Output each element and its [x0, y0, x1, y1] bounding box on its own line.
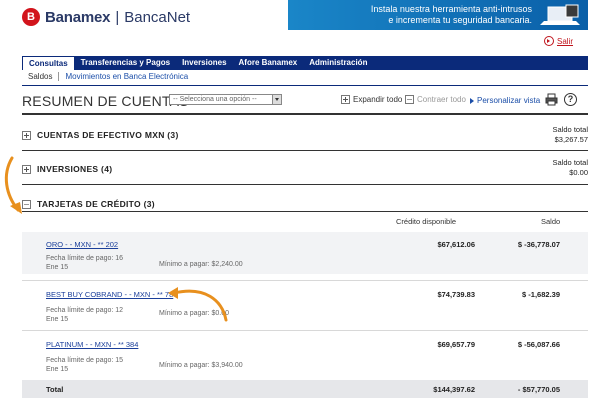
expand-icon — [341, 95, 350, 104]
exit-icon — [544, 36, 554, 46]
subnav-movimientos[interactable]: Movimientos en Banca Electrónica — [58, 72, 194, 81]
tab-transferencias[interactable]: Transferencias y Pagos — [75, 56, 176, 70]
section-investments-title: INVERSIONES (4) — [37, 164, 113, 174]
card-link-oro[interactable]: ORO - - MXN - ** 202 — [46, 240, 118, 249]
security-banner[interactable]: Instala nuestra herramienta anti-intruso… — [288, 0, 588, 30]
chevron-down-icon — [272, 95, 281, 104]
card-balance: $ -1,682.39 — [522, 290, 560, 299]
banner-line2: e incrementa tu seguridad bancaria. — [388, 15, 532, 25]
collapse-all-button[interactable]: Contraer todo — [405, 95, 466, 104]
help-icon[interactable]: ? — [564, 93, 577, 106]
card-available-credit: $74,739.83 — [437, 290, 475, 299]
section-credit-cards[interactable]: TARJETAS DE CRÉDITO (3) — [22, 199, 155, 209]
account-select[interactable]: -- Selecciona una opción -- — [169, 94, 282, 105]
exit-label: Salir — [557, 36, 574, 46]
section-investments[interactable]: INVERSIONES (4) — [22, 164, 112, 174]
total-available-credit: $144,397.62 — [433, 385, 475, 394]
tab-administracion[interactable]: Administración — [303, 56, 373, 70]
col-available-credit: Crédito disponible — [396, 217, 457, 226]
printer-icon[interactable] — [545, 93, 558, 106]
subnav-saldos[interactable]: Saldos — [22, 72, 58, 81]
col-balance: Saldo — [541, 217, 561, 226]
total-label: Total — [46, 385, 64, 394]
cash-total: Saldo total $3,267.57 — [553, 125, 588, 145]
section-divider — [22, 211, 588, 212]
card-due-date: Fecha límite de pago: 16 Ene 15 — [46, 255, 124, 271]
investments-total-label: Saldo total — [552, 158, 588, 167]
card-due-date: Fecha límite de pago: 15 Ene 15 — [46, 357, 124, 373]
collapse-all-label: Contraer todo — [417, 95, 466, 104]
section-cash-title: CUENTAS DE EFECTIVO MXN (3) — [37, 130, 179, 140]
card-min-payment: Mínimo a pagar: $2,240.00 — [159, 261, 243, 268]
section-divider — [22, 184, 588, 185]
table-row: PLATINUM - - MXN - ** 384 Fecha límite d… — [22, 332, 588, 376]
investments-total-value: $0.00 — [569, 168, 588, 177]
banner-line1: Instala nuestra herramienta anti-intruso… — [370, 4, 532, 14]
product-name: BancaNet — [124, 8, 191, 26]
card-min-payment: Mínimo a pagar: $0.00 — [159, 310, 230, 317]
title-divider — [22, 113, 588, 115]
table-row: ORO - - MXN - ** 202 Fecha límite de pag… — [22, 232, 588, 274]
cash-total-label: Saldo total — [552, 125, 588, 134]
expand-all-button[interactable]: Expandir todo — [341, 95, 402, 104]
sub-nav: Saldos Movimientos en Banca Electrónica — [22, 72, 194, 81]
card-link-platinum[interactable]: PLATINUM - - MXN - ** 384 — [46, 340, 138, 349]
card-available-credit: $69,657.79 — [437, 340, 475, 349]
laptop-shield-icon — [540, 4, 580, 25]
customize-view-link[interactable]: Personalizar vista — [470, 96, 540, 105]
card-link-best-buy[interactable]: BEST BUY COBRAND - - MXN - ** 78 — [46, 290, 173, 299]
exit-link[interactable]: Salir — [544, 36, 573, 46]
tab-consultas[interactable]: Consultas — [22, 56, 75, 70]
investments-total: Saldo total $0.00 — [553, 158, 588, 178]
section-credit-title: TARJETAS DE CRÉDITO (3) — [37, 199, 155, 209]
tab-afore[interactable]: Afore Banamex — [233, 56, 304, 70]
select-placeholder: -- Selecciona una opción -- — [173, 96, 257, 103]
subnav-divider — [22, 85, 588, 86]
annotation-arrowhead-left — [10, 202, 22, 214]
cash-total-value: $3,267.57 — [554, 135, 588, 144]
expand-all-label: Expandir todo — [353, 95, 403, 104]
row-divider — [22, 280, 588, 281]
card-balance: $ -36,778.07 — [517, 240, 560, 249]
card-due-date: Fecha límite de pago: 12 Ene 15 — [46, 307, 124, 323]
card-min-payment: Mínimo a pagar: $3,940.00 — [159, 362, 243, 369]
section-cash-accounts[interactable]: CUENTAS DE EFECTIVO MXN (3) — [22, 130, 179, 140]
tab-inversiones[interactable]: Inversiones — [176, 56, 232, 70]
table-row: BEST BUY COBRAND - - MXN - ** 78 Fecha l… — [22, 282, 588, 326]
bank-logo: B Banamex | BancaNet — [22, 6, 190, 28]
brand-separator: | — [115, 8, 120, 26]
collapse-icon[interactable] — [22, 199, 31, 209]
expand-icon[interactable] — [22, 164, 31, 174]
main-nav: Consultas Transferencias y Pagos Inversi… — [22, 56, 588, 70]
page-title: RESUMEN DE CUENTAS — [22, 93, 189, 109]
section-divider — [22, 150, 588, 151]
expand-icon[interactable] — [22, 130, 31, 140]
annotation-arrow-left — [4, 156, 20, 212]
brand-name: Banamex — [45, 8, 111, 26]
total-row: Total $144,397.62 - $57,770.05 — [22, 380, 588, 398]
banamex-logo-icon: B — [22, 8, 40, 26]
collapse-icon — [405, 95, 414, 104]
card-balance: $ -56,087.66 — [517, 340, 560, 349]
total-balance: - $57,770.05 — [517, 385, 560, 394]
card-available-credit: $67,612.06 — [437, 240, 475, 249]
row-divider — [22, 330, 588, 331]
